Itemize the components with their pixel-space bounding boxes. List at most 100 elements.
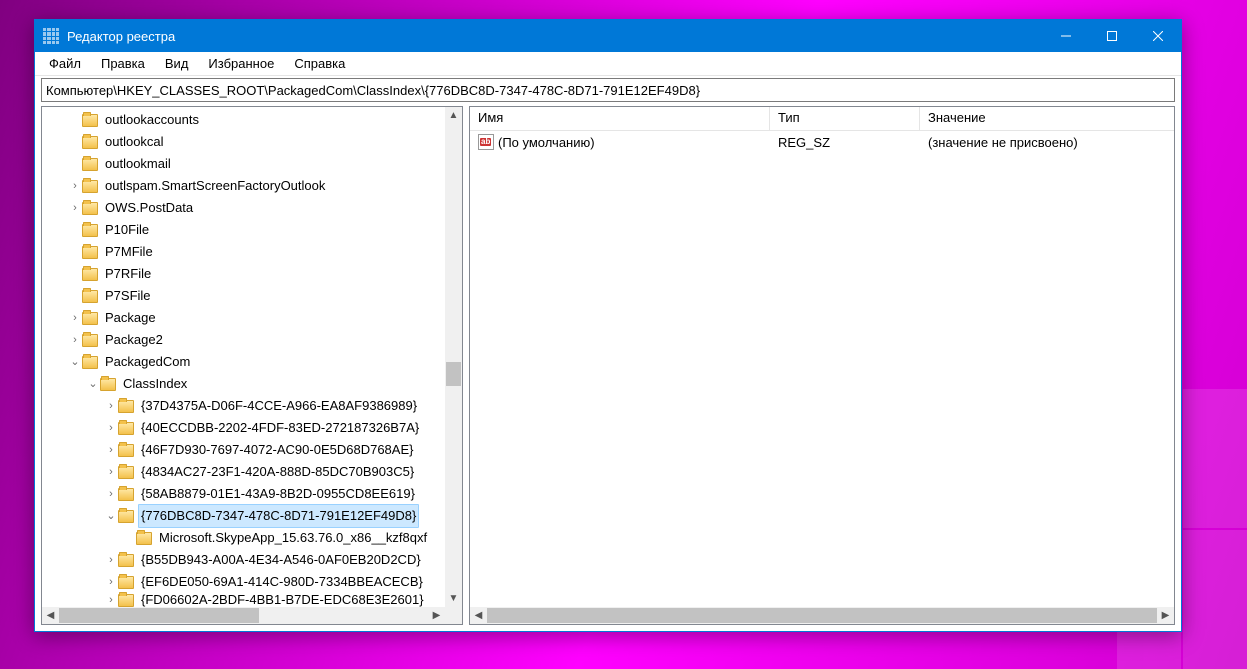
chevron-right-icon[interactable]: › — [68, 175, 82, 197]
folder-icon — [82, 224, 98, 237]
chevron-down-icon[interactable]: ⌄ — [104, 505, 118, 527]
folder-icon — [118, 444, 134, 457]
close-button[interactable] — [1135, 20, 1181, 52]
menu-help[interactable]: Справка — [284, 54, 355, 73]
tree-node-label: {37D4375A-D06F-4CCE-A966-EA8AF9386989} — [138, 395, 420, 417]
tree-node[interactable]: P7RFile — [42, 263, 445, 285]
menu-favorites[interactable]: Избранное — [198, 54, 284, 73]
scroll-right-arrow[interactable]: ▶ — [428, 607, 445, 624]
value-row[interactable]: (По умолчанию)REG_SZ(значение не присвое… — [470, 131, 1174, 153]
scroll-left-arrow[interactable]: ◀ — [42, 607, 59, 624]
chevron-right-icon[interactable]: › — [104, 417, 118, 439]
app-icon — [43, 28, 59, 44]
titlebar[interactable]: Редактор реестра — [35, 20, 1181, 52]
menu-view[interactable]: Вид — [155, 54, 199, 73]
chevron-right-icon[interactable]: › — [104, 439, 118, 461]
tree-horizontal-scrollbar[interactable]: ◀ ▶ — [42, 607, 445, 624]
tree-node[interactable]: › Package — [42, 307, 445, 329]
folder-icon — [118, 422, 134, 435]
tree-node[interactable]: › OWS.PostData — [42, 197, 445, 219]
folder-icon — [136, 532, 152, 545]
folder-icon — [82, 334, 98, 347]
tree-node[interactable]: outlookmail — [42, 153, 445, 175]
column-name[interactable]: Имя — [470, 107, 770, 130]
address-input[interactable] — [46, 83, 1170, 98]
menu-edit[interactable]: Правка — [91, 54, 155, 73]
scroll-thumb-h[interactable] — [487, 608, 1157, 623]
chevron-right-icon[interactable]: › — [104, 395, 118, 417]
chevron-right-icon[interactable]: › — [68, 329, 82, 351]
tree-node-label: ClassIndex — [120, 373, 190, 395]
tree-node-label: {40ECCDBB-2202-4FDF-83ED-272187326B7A} — [138, 417, 422, 439]
tree-node-label: Package — [102, 307, 159, 329]
tree-node-label: {46F7D930-7697-4072-AC90-0E5D68D768AE} — [138, 439, 416, 461]
scroll-left-arrow[interactable]: ◀ — [470, 607, 487, 624]
folder-icon — [82, 312, 98, 325]
tree-node[interactable]: ›{FD06602A-2BDF-4BB1-B7DE-EDC68E3E2601} — [42, 593, 445, 607]
tree-node[interactable]: P7MFile — [42, 241, 445, 263]
tree-node[interactable]: ⌄ PackagedCom — [42, 351, 445, 373]
folder-icon — [82, 180, 98, 193]
folder-icon — [118, 594, 134, 607]
tree-node-label: outlookmail — [102, 153, 174, 175]
tree-node[interactable]: ›{58AB8879-01E1-43A9-8B2D-0955CD8EE619} — [42, 483, 445, 505]
tree-node[interactable]: › {46F7D930-7697-4072-AC90-0E5D68D768AE} — [42, 439, 445, 461]
tree-pane: outlookaccountsoutlookcaloutlookmail › out… — [41, 106, 463, 625]
chevron-right-icon[interactable]: › — [68, 307, 82, 329]
folder-icon — [82, 246, 98, 259]
tree-node-label: {B55DB943-A00A-4E34-A546-0AF0EB20D2CD} — [138, 549, 424, 571]
registry-tree[interactable]: outlookaccountsoutlookcaloutlookmail › out… — [42, 107, 445, 609]
tree-node[interactable]: P10File — [42, 219, 445, 241]
tree-node[interactable]: › {B55DB943-A00A-4E34-A546-0AF0EB20D2CD} — [42, 549, 445, 571]
column-headers[interactable]: Имя Тип Значение — [470, 107, 1174, 131]
tree-node[interactable]: Microsoft.SkypeApp_15.63.76.0_x86__kzf8q… — [42, 527, 445, 549]
chevron-right-icon[interactable]: › — [68, 197, 82, 219]
tree-node[interactable]: outlookaccounts — [42, 109, 445, 131]
chevron-right-icon[interactable]: › — [104, 461, 118, 483]
folder-icon — [82, 158, 98, 171]
tree-node[interactable]: › {37D4375A-D06F-4CCE-A966-EA8AF9386989} — [42, 395, 445, 417]
tree-node-label: OWS.PostData — [102, 197, 196, 219]
value-data: (значение не присвоено) — [920, 135, 1174, 150]
minimize-button[interactable] — [1043, 20, 1089, 52]
maximize-button[interactable] — [1089, 20, 1135, 52]
tree-node[interactable]: ›{4834AC27-23F1-420A-888D-85DC70B903C5} — [42, 461, 445, 483]
address-bar[interactable] — [41, 78, 1175, 102]
folder-icon — [118, 488, 134, 501]
scroll-up-arrow[interactable]: ▲ — [445, 107, 462, 124]
tree-node[interactable]: ⌄{776DBC8D-7347-478C-8D71-791E12EF49D8} — [42, 505, 445, 527]
chevron-down-icon[interactable]: ⌄ — [86, 373, 100, 395]
tree-node-label: PackagedCom — [102, 351, 193, 373]
tree-node[interactable]: ⌄ ClassIndex — [42, 373, 445, 395]
tree-vertical-scrollbar[interactable]: ▲ ▼ — [445, 107, 462, 607]
string-value-icon — [478, 134, 494, 150]
column-type[interactable]: Тип — [770, 107, 920, 130]
tree-node[interactable]: outlookcal — [42, 131, 445, 153]
folder-icon — [118, 400, 134, 413]
tree-node-label: outlookcal — [102, 131, 167, 153]
column-value[interactable]: Значение — [920, 107, 1174, 130]
value-name: (По умолчанию) — [498, 135, 595, 150]
values-horizontal-scrollbar[interactable]: ◀ ▶ — [470, 607, 1174, 624]
folder-icon — [82, 114, 98, 127]
values-list[interactable]: (По умолчанию)REG_SZ(значение не присвое… — [470, 131, 1174, 624]
chevron-right-icon[interactable]: › — [104, 483, 118, 505]
folder-icon — [118, 554, 134, 567]
tree-node[interactable]: › outlspam.SmartScreenFactoryOutlook — [42, 175, 445, 197]
scroll-thumb-h[interactable] — [59, 608, 259, 623]
scroll-thumb[interactable] — [446, 362, 461, 386]
tree-node[interactable]: ›Package2 — [42, 329, 445, 351]
tree-node-label: outlspam.SmartScreenFactoryOutlook — [102, 175, 328, 197]
folder-icon — [82, 290, 98, 303]
folder-icon — [82, 356, 98, 369]
tree-node[interactable]: › {40ECCDBB-2202-4FDF-83ED-272187326B7A} — [42, 417, 445, 439]
chevron-down-icon[interactable]: ⌄ — [68, 351, 82, 373]
menu-file[interactable]: Файл — [39, 54, 91, 73]
registry-editor-window: Редактор реестра Файл Правка Вид Избранн… — [34, 19, 1182, 632]
scroll-down-arrow[interactable]: ▼ — [445, 590, 462, 607]
scroll-right-arrow[interactable]: ▶ — [1157, 607, 1174, 624]
menubar: Файл Правка Вид Избранное Справка — [35, 52, 1181, 76]
tree-node[interactable]: P7SFile — [42, 285, 445, 307]
chevron-right-icon[interactable]: › — [104, 549, 118, 571]
close-icon — [1153, 31, 1163, 41]
